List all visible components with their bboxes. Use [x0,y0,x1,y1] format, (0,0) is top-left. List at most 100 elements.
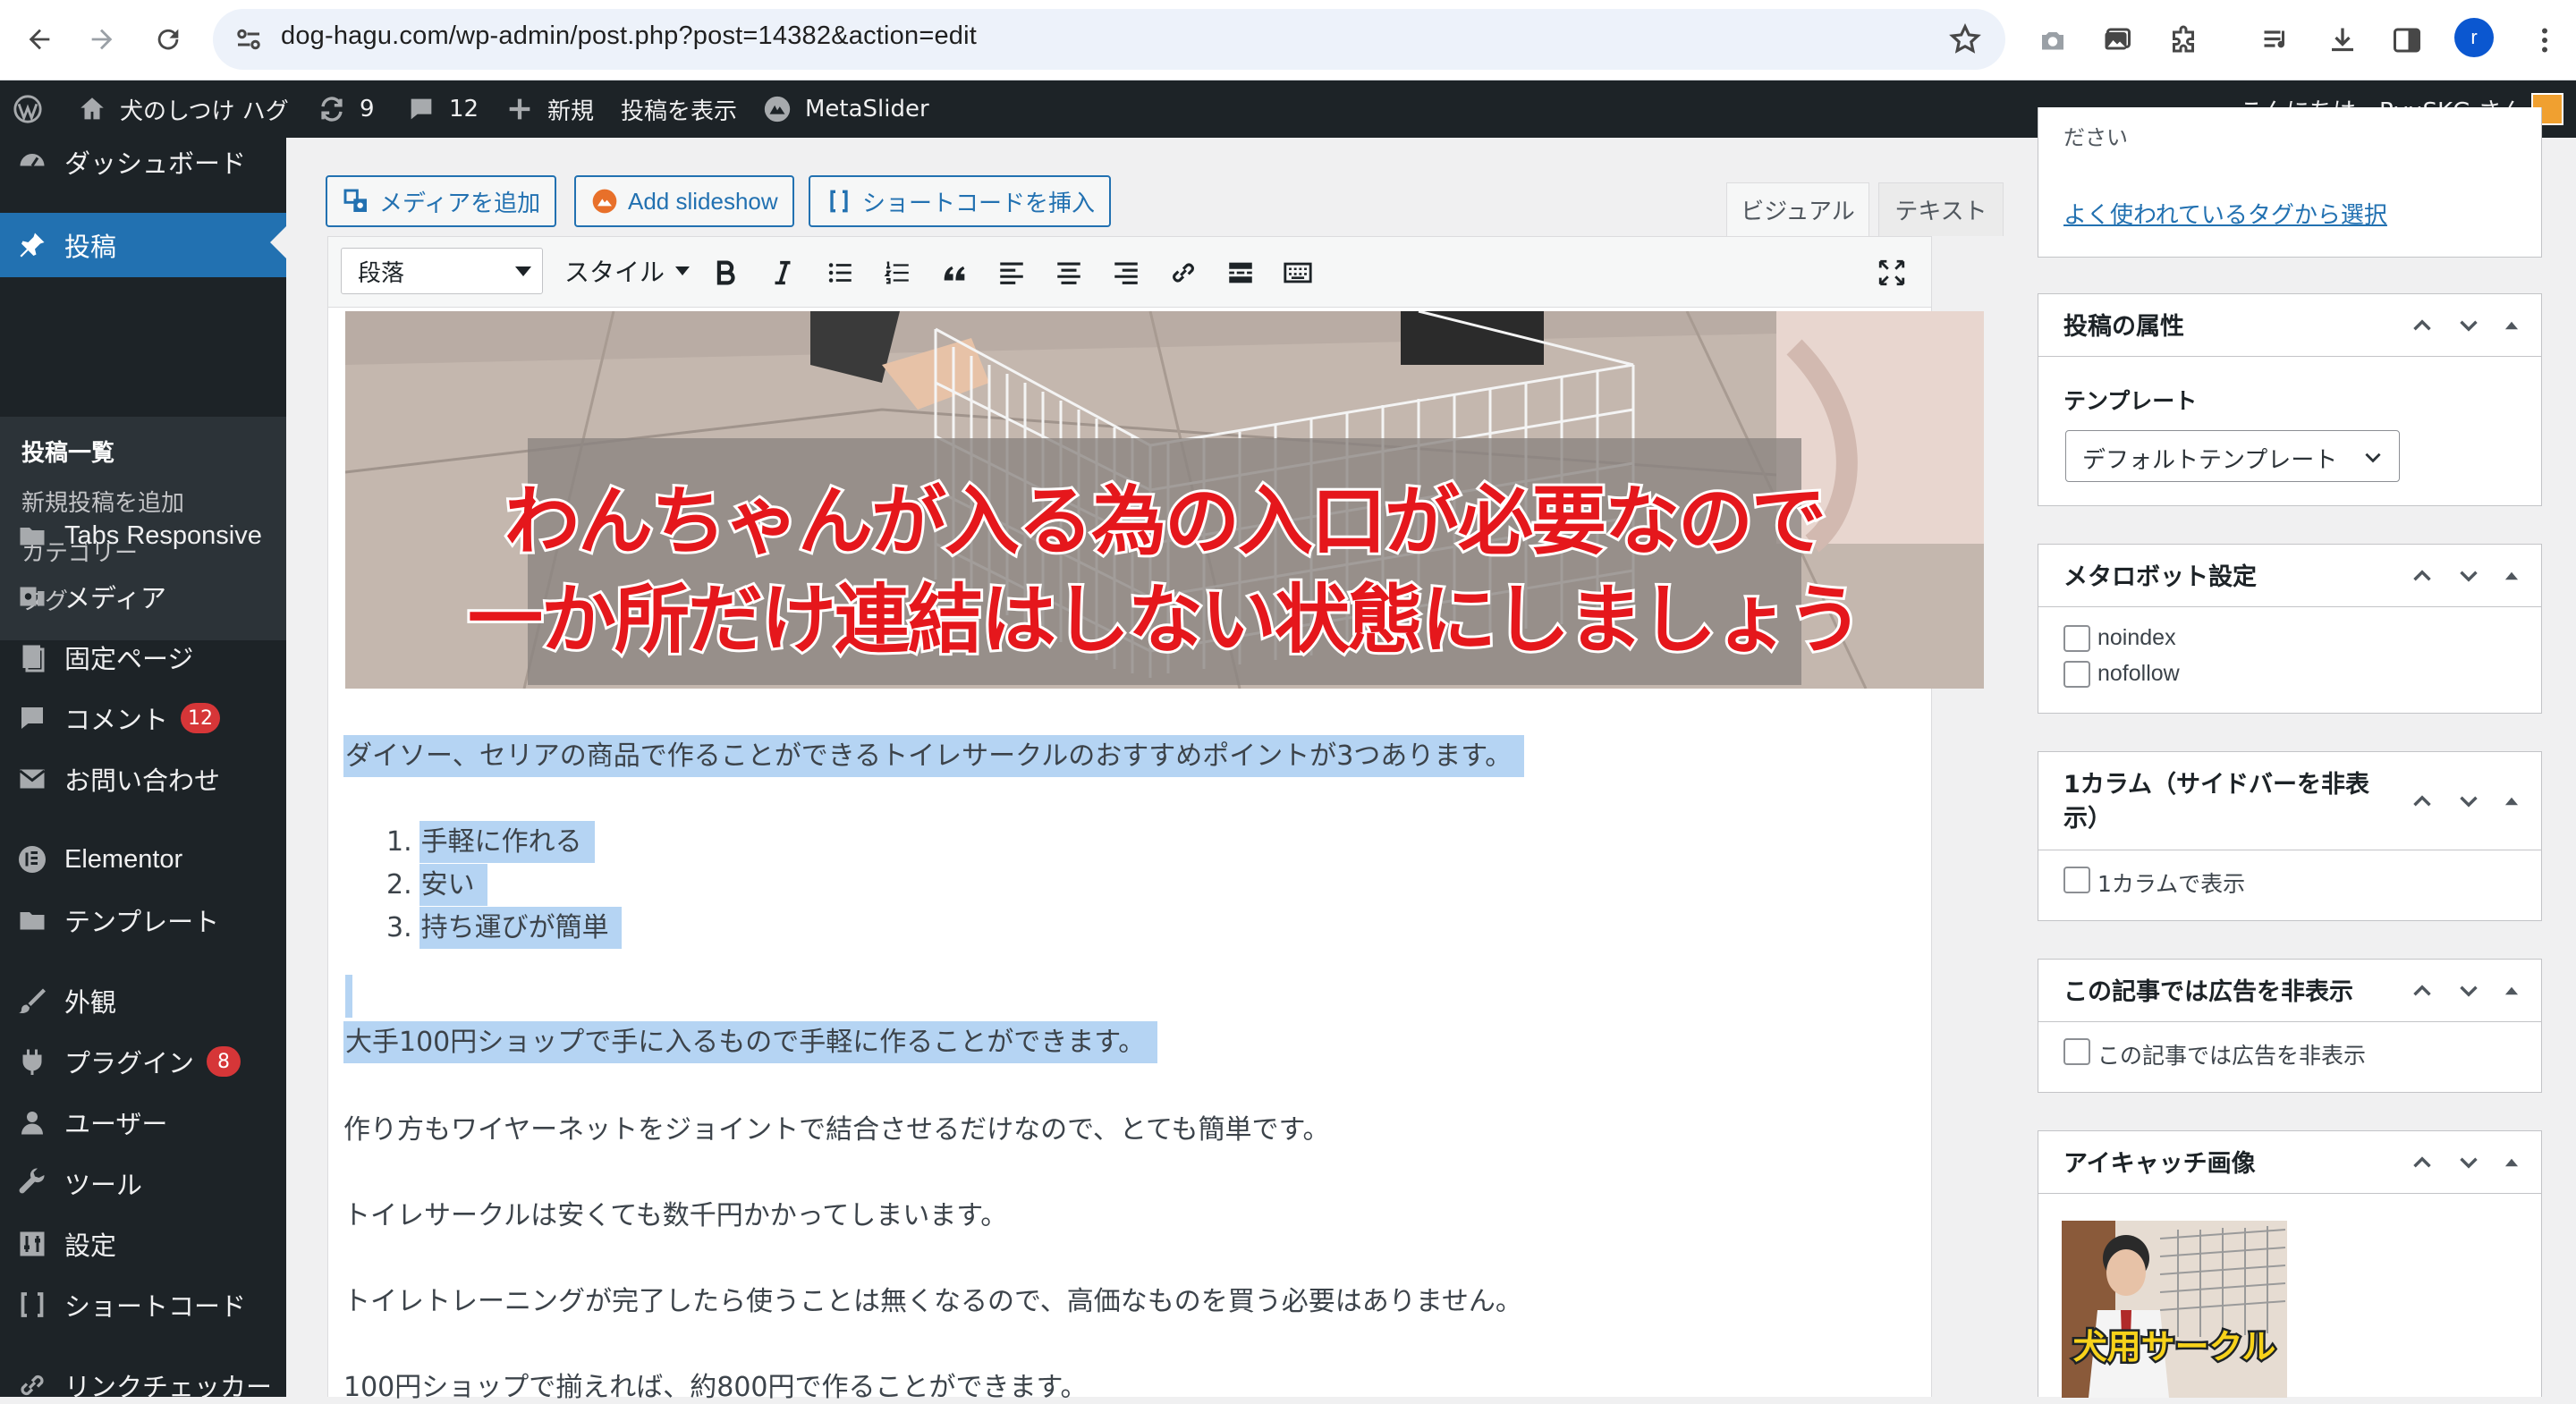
format-select[interactable]: 段落 [341,248,543,294]
move-up-button[interactable] [2407,976,2437,1006]
menu-elementor[interactable]: Elementor [0,830,286,889]
reading-list-icon[interactable] [2252,16,2301,64]
menu-plugins[interactable]: プラグイン 8 [0,1032,286,1091]
move-up-button[interactable] [2407,310,2437,341]
collapse-button[interactable] [2496,310,2527,341]
menu-tools[interactable]: ツール [0,1154,286,1213]
collapse-button[interactable] [2496,976,2527,1006]
collapse-button[interactable] [2496,561,2527,591]
menu-pages[interactable]: 固定ページ [0,628,286,687]
bookmark-star-icon[interactable] [1948,22,1982,56]
plugins-badge: 8 [207,1046,242,1077]
noindex-checkbox[interactable] [2063,625,2090,652]
menu-settings[interactable]: 設定 [0,1214,286,1273]
side-panel-icon[interactable] [2383,16,2431,64]
move-up-button[interactable] [2407,1147,2437,1178]
menu-contact[interactable]: お問い合わせ [0,749,286,808]
meta-robots-title: メタロボット設定 [2063,563,2257,591]
menu-media[interactable]: メディア [0,567,286,626]
move-down-button[interactable] [2453,310,2484,341]
menu-users[interactable]: ユーザー [0,1093,286,1152]
read-more-icon [1229,262,1252,283]
paragraph-1[interactable]: ダイソー、セリアの商品で作ることができるトイレサークルのおすすめポイントが3つあ… [343,733,1525,777]
metaslider-icon [764,96,791,123]
extensions-puzzle-icon[interactable] [2159,16,2207,64]
paragraph-6[interactable]: 100円ショップで揃えれば、約800円で作ることができます。 [343,1365,1088,1404]
menu-dashboard[interactable]: ダッシュボード [0,138,286,191]
align-left-button[interactable] [992,253,1031,292]
insert-link-button[interactable] [1164,253,1203,292]
move-down-button[interactable] [2453,786,2484,816]
italic-button[interactable] [763,253,802,292]
paragraph-4[interactable]: トイレサークルは安くても数千円かかってしまいます。 [343,1193,1007,1232]
align-center-button[interactable] [1049,253,1089,292]
menu-comments[interactable]: コメント 12 [0,689,286,748]
profile-avatar[interactable]: r [2454,18,2494,57]
shortcode-brackets-icon [21,1292,44,1317]
template-select[interactable]: デフォルトテンプレート [2065,430,2400,482]
paragraph-3[interactable]: 作り方もワイヤーネットをジョイントで結合させるだけなので、とても簡単です。 [343,1107,1330,1146]
plus-icon [509,98,530,120]
list-item-1[interactable]: 1. 手軽に作れる [386,819,595,863]
move-down-button[interactable] [2453,561,2484,591]
content-image[interactable]: わんちゃんが入る為の入口が必要なので 一か所だけ連結はしない状態にしましょう [345,311,1984,689]
metaslider-link[interactable]: MetaSlider [762,80,929,138]
featured-caption: 犬用サークル [2071,1325,2278,1369]
bold-button[interactable] [706,253,745,292]
featured-image-thumbnail[interactable]: 犬用サークル [2062,1221,2287,1398]
triangle-up-icon [2504,986,2519,995]
reload-button[interactable] [141,13,195,66]
collapse-button[interactable] [2496,1147,2527,1178]
wp-logo-button[interactable] [13,80,55,138]
move-down-button[interactable] [2453,1147,2484,1178]
menu-appearance[interactable]: 外観 [0,971,286,1030]
align-right-button[interactable] [1106,253,1146,292]
toolbar-toggle-button[interactable] [1278,253,1318,292]
menu-templates[interactable]: テンプレート [0,891,286,950]
site-name-link[interactable]: 犬のしつけ ハグ [77,80,289,138]
updates-link[interactable]: 9 [317,80,375,138]
numbered-list-icon [884,261,909,284]
address-bar[interactable]: dog-hagu.com/wp-admin/post.php?post=1438… [213,9,2005,70]
numbered-list-button[interactable] [877,253,917,292]
move-down-button[interactable] [2453,976,2484,1006]
collapse-button[interactable] [2496,786,2527,816]
move-up-button[interactable] [2407,786,2437,816]
download-icon[interactable] [2318,16,2367,64]
list-item-2[interactable]: 2. 安い [386,862,487,906]
camera-extension-icon[interactable] [2029,16,2077,64]
image-extension-icon[interactable] [2093,16,2141,64]
nofollow-checkbox[interactable] [2063,661,2090,688]
read-more-button[interactable] [1221,253,1260,292]
paragraph-5[interactable]: トイレトレーニングが完了したら使うことは無くなるので、高価なものを買う必要はあり… [343,1279,1522,1318]
submenu-all-posts[interactable]: 投稿一覧 [21,435,114,468]
menu-link-checker[interactable]: リンクチェッカー [0,1356,286,1397]
tab-visual[interactable]: ビジュアル [1726,182,1869,236]
site-info-icon[interactable] [233,23,265,55]
move-up-button[interactable] [2407,561,2437,591]
insert-shortcode-button[interactable]: ショートコードを挿入 [809,175,1112,227]
list-item-3[interactable]: 3. 持ち運びが簡単 [386,905,622,949]
comments-link[interactable]: 12 [406,80,479,138]
new-content-link[interactable]: 新規 [504,80,594,138]
tab-text[interactable]: テキスト [1878,182,2004,236]
blockquote-button[interactable] [935,253,974,292]
fullscreen-button[interactable] [1872,253,1911,292]
back-button[interactable] [13,13,66,66]
one-column-checkbox[interactable] [2063,867,2090,893]
one-column-title-line2: 示） [2063,805,2112,833]
hide-ads-checkbox[interactable] [2063,1038,2090,1065]
style-select[interactable]: スタイル [564,248,691,294]
paragraph-2[interactable]: 大手100円ショップで手に入るもので手軽に作ることができます。 [343,1019,1158,1063]
menu-tabs-responsive[interactable]: Tabs Responsive [0,506,286,565]
view-post-link[interactable]: 投稿を表示 [621,80,737,138]
bullet-list-button[interactable] [820,253,860,292]
hide-ads-header: この記事では広告を非表示 [2038,960,2541,1022]
menu-shortcode[interactable]: ショートコード [0,1275,286,1334]
menu-posts[interactable]: 投稿 [0,213,286,277]
forward-button[interactable] [75,13,129,66]
add-media-button[interactable]: メディアを追加 [326,175,557,227]
menu-dots-icon[interactable] [2521,16,2569,64]
most-used-tags-link[interactable]: よく使われているタグから選択 [2063,197,2387,230]
add-slideshow-button[interactable]: Add slideshow [574,175,794,227]
